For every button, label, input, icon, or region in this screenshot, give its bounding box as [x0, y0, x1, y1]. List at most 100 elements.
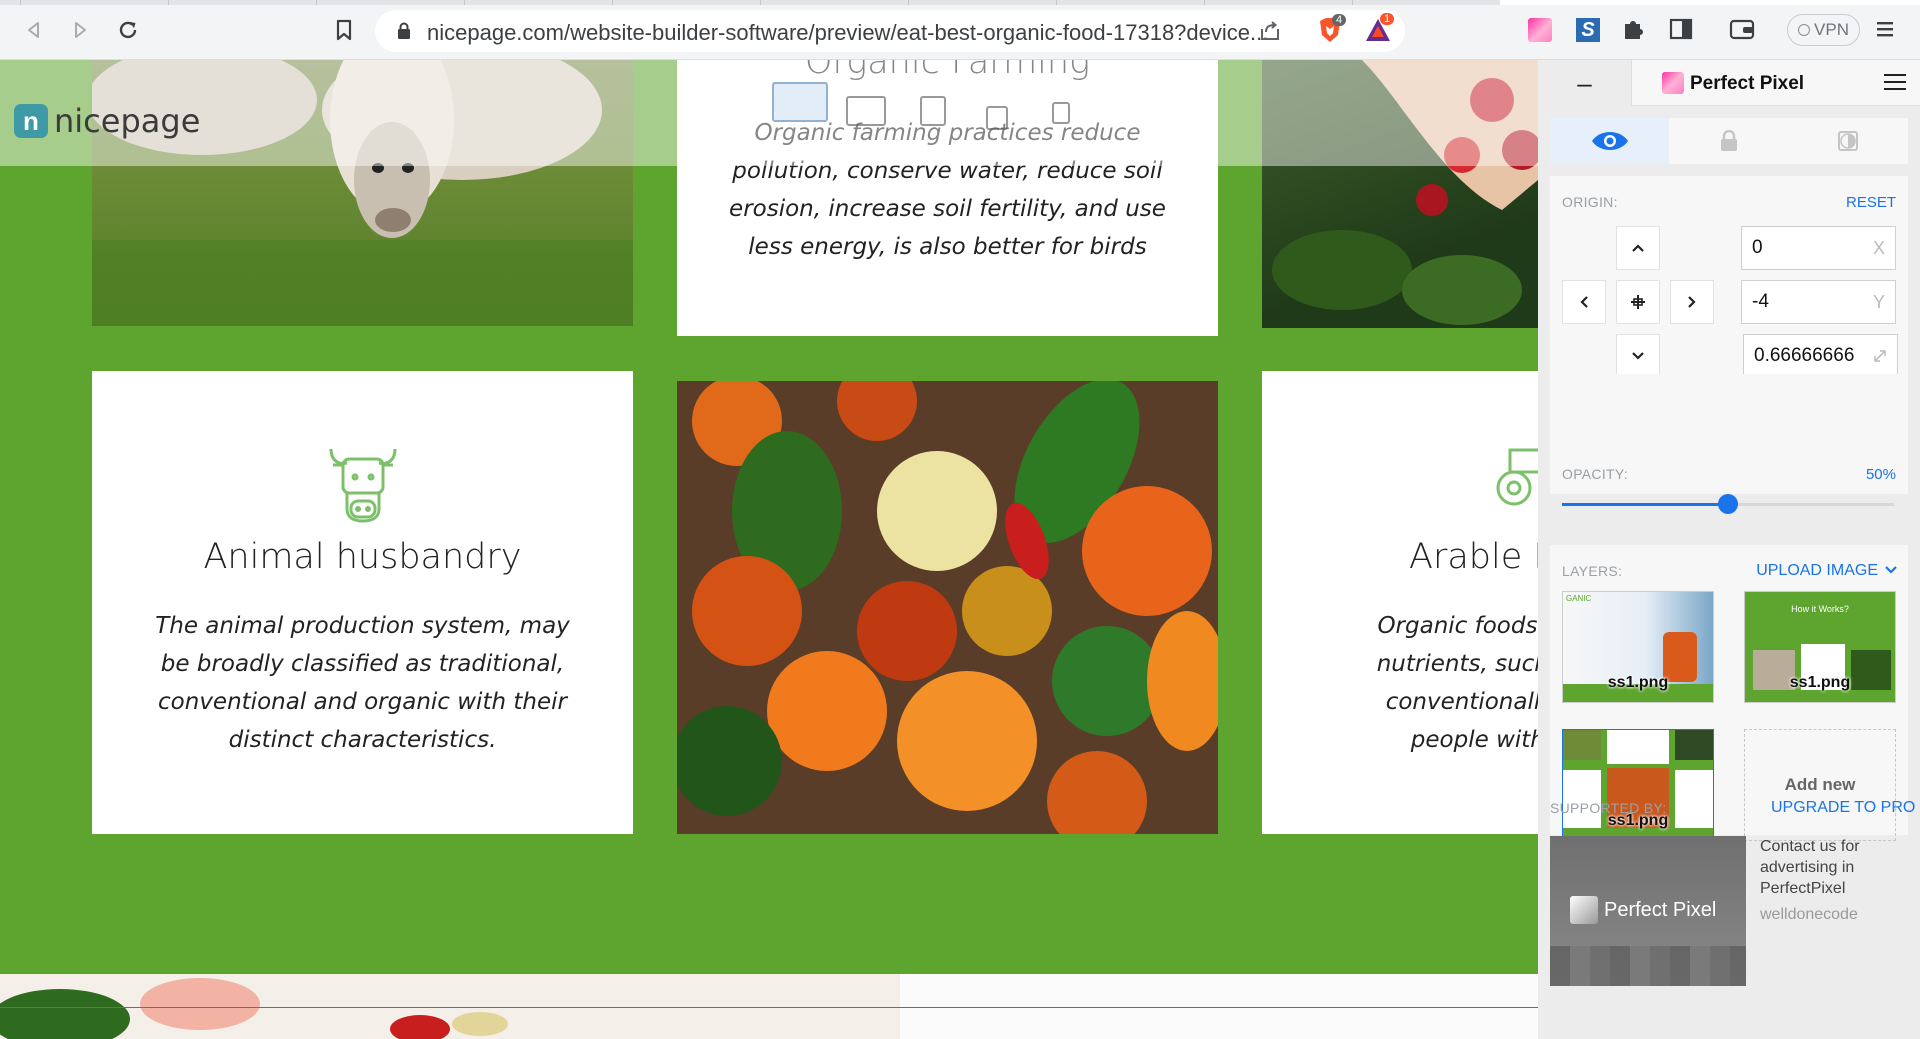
- layer-thumb-caption: GANIC: [1566, 594, 1592, 603]
- panel-title: Perfect Pixel: [1690, 73, 1805, 94]
- wallet-icon: [1729, 19, 1755, 40]
- move-up-button[interactable]: [1616, 226, 1660, 270]
- ad-link[interactable]: welldonecode: [1760, 906, 1858, 924]
- origin-y-input[interactable]: -4 Y: [1741, 280, 1896, 324]
- tractor-icon: [1496, 448, 1538, 506]
- vpn-button[interactable]: VPN: [1787, 14, 1860, 46]
- layer-name: ss1.png: [1789, 674, 1851, 691]
- move-left-button[interactable]: [1562, 280, 1606, 324]
- origin-label: ORIGIN:: [1562, 194, 1618, 210]
- sidebar-icon: [1669, 18, 1693, 40]
- wallet-button[interactable]: [1728, 16, 1756, 44]
- bookmark-icon: [336, 19, 352, 41]
- resize-icon: [1874, 350, 1886, 362]
- chevron-left-icon: [1580, 296, 1588, 308]
- card-text: The animal production system, may be bro…: [155, 613, 570, 753]
- lock-icon: [1720, 130, 1737, 151]
- panel-menu-icon[interactable]: [1884, 74, 1906, 92]
- s-logo-icon: S: [1576, 18, 1600, 42]
- invert-colors-icon: [1838, 131, 1859, 151]
- x-value: 0: [1752, 237, 1763, 258]
- chevron-down-icon[interactable]: [1884, 565, 1898, 575]
- layer-thumbnail-selected[interactable]: ss1.png: [1562, 729, 1714, 841]
- y-suffix: Y: [1872, 292, 1885, 312]
- center-button[interactable]: [1616, 280, 1660, 324]
- rewards-count-badge: 1: [1380, 13, 1395, 25]
- main-menu-button[interactable]: [1874, 16, 1902, 44]
- sidebar-toggle-button[interactable]: [1668, 16, 1696, 44]
- card-animal-husbandry: Animal husbandry The animal production s…: [92, 371, 633, 834]
- back-arrow-icon: [28, 22, 39, 38]
- brave-shields-button[interactable]: 4: [1316, 14, 1347, 44]
- scale-input[interactable]: 0.66666666: [1743, 334, 1898, 378]
- ad-description: Contact us for advertising in PerfectPix…: [1760, 838, 1860, 897]
- hamburger-icon: [1877, 22, 1893, 37]
- panel-header: – Perfect Pixel: [1538, 60, 1920, 106]
- move-down-button[interactable]: [1616, 334, 1660, 378]
- card-arable-farming: Arable F Organic foods often h nutrients…: [1262, 371, 1538, 834]
- scale-value: 0.66666666: [1754, 345, 1855, 366]
- crosshair-icon: [1631, 295, 1645, 309]
- move-right-button[interactable]: [1670, 280, 1714, 324]
- chevron-down-icon: [1632, 352, 1644, 360]
- puzzle-piece-icon: [1625, 21, 1643, 39]
- site-logo[interactable]: n nicepage: [14, 102, 200, 140]
- forward-arrow-icon: [75, 22, 86, 38]
- layer-thumbnail[interactable]: How it Works? ss1.png: [1744, 591, 1896, 703]
- shields-count-badge: 4: [1332, 14, 1347, 26]
- layers-section: LAYERS: UPLOAD IMAGE GANIC ss1.png How i…: [1550, 545, 1908, 841]
- vpn-label: VPN: [1814, 20, 1849, 39]
- tablet-landscape-icon[interactable]: [920, 96, 946, 126]
- chevron-up-icon: [1632, 244, 1644, 252]
- brave-rewards-button[interactable]: 1: [1364, 13, 1395, 44]
- url-text: nicepage.com/website-builder-software/pr…: [427, 20, 1269, 45]
- ad-banner[interactable]: Perfect Pixel: [1550, 836, 1746, 986]
- reload-button[interactable]: [112, 14, 144, 46]
- add-new-layer-button[interactable]: Add new: [1744, 729, 1896, 841]
- layers-label: LAYERS:: [1562, 563, 1623, 579]
- minimize-button[interactable]: –: [1538, 60, 1632, 106]
- site-header: n nicepage: [0, 60, 1538, 166]
- tab-visibility[interactable]: [1550, 118, 1670, 164]
- y-value: -4: [1752, 291, 1769, 312]
- layer-thumbnail[interactable]: GANIC ss1.png: [1562, 591, 1714, 703]
- tab-lock[interactable]: [1669, 118, 1788, 164]
- layer-name: ss1.png: [1607, 674, 1669, 691]
- x-suffix: X: [1872, 238, 1885, 258]
- share-icon[interactable]: [1258, 20, 1282, 42]
- lock-icon: [398, 22, 410, 39]
- card-text: Organic foods often h nutrients, such as…: [1376, 613, 1538, 753]
- eye-icon: [1591, 132, 1628, 150]
- layer-thumb-caption: How it Works?: [1791, 604, 1849, 614]
- divider-line: [0, 1007, 1538, 1008]
- tab-invert[interactable]: [1789, 118, 1908, 164]
- phone-device-icon[interactable]: [1052, 102, 1070, 124]
- vpn-status-icon: [1798, 24, 1811, 36]
- s-extension-button[interactable]: S: [1574, 16, 1602, 44]
- nicepage-logo-icon: n: [14, 104, 48, 138]
- ad-brand-text: Perfect Pixel: [1604, 899, 1717, 921]
- desktop-device-icon[interactable]: [772, 82, 828, 122]
- vegetables-photo: [677, 381, 1218, 834]
- website-preview: Organic Farming Organic farming practice…: [0, 60, 1538, 1039]
- back-button[interactable]: [18, 14, 50, 46]
- bookmark-button[interactable]: [328, 14, 360, 46]
- supported-by-label: SUPPORTED BY:: [1550, 800, 1667, 816]
- logo-text: nicepage: [54, 102, 201, 140]
- mode-tabs: [1550, 118, 1908, 164]
- upload-image-button[interactable]: UPLOAD IMAGE: [1756, 562, 1878, 580]
- perfect-pixel-panel: – Perfect Pixel ORIGIN: RESET 0 X -4 Y 0…: [1538, 60, 1920, 1039]
- forward-button[interactable]: [64, 14, 96, 46]
- opacity-slider-thumb[interactable]: [1718, 494, 1738, 514]
- laptop-device-icon[interactable]: [846, 96, 886, 126]
- upgrade-to-pro-link[interactable]: UPGRADE TO PRO: [1771, 799, 1915, 817]
- extensions-button[interactable]: [1620, 16, 1648, 44]
- address-bar[interactable]: nicepage.com/website-builder-software/pr…: [375, 10, 1405, 52]
- tablet-portrait-icon[interactable]: [986, 106, 1008, 130]
- chevron-right-icon: [1688, 296, 1696, 308]
- opacity-slider-area: [1550, 376, 1908, 526]
- opacity-slider[interactable]: [1562, 494, 1894, 514]
- origin-x-input[interactable]: 0 X: [1741, 226, 1896, 270]
- reset-button[interactable]: RESET: [1846, 194, 1896, 211]
- perfect-pixel-extension-button[interactable]: [1526, 16, 1554, 44]
